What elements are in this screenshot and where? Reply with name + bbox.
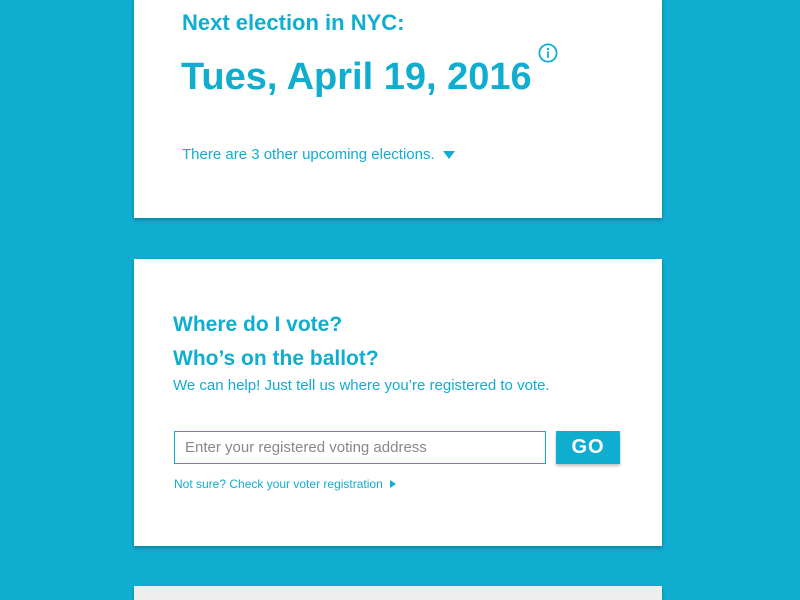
address-input[interactable]: [174, 431, 546, 464]
next-card-partial: [134, 586, 662, 600]
go-button[interactable]: GO: [556, 431, 620, 464]
next-election-label: Next election in NYC:: [182, 10, 405, 35]
caret-down-icon: [442, 150, 455, 159]
upcoming-elections-text: There are 3 other upcoming elections.: [182, 146, 435, 163]
where-do-i-vote-heading: Where do I vote?: [173, 313, 343, 336]
caret-right-icon: [389, 480, 396, 488]
check-registration-text: Not sure? Check your voter registration: [174, 477, 383, 491]
upcoming-elections-toggle[interactable]: There are 3 other upcoming elections.: [182, 146, 455, 163]
info-icon-graphic: [538, 43, 558, 63]
page: Next election in NYC: Tues, April 19, 20…: [0, 0, 800, 600]
help-text: We can help! Just tell us where you’re r…: [173, 377, 550, 394]
info-icon[interactable]: [538, 43, 558, 63]
where-to-vote-card: Where do I vote? Who’s on the ballot? We…: [134, 259, 662, 546]
election-date: Tues, April 19, 2016: [181, 56, 532, 98]
whos-on-ballot-heading: Who’s on the ballot?: [173, 347, 379, 370]
check-registration-link[interactable]: Not sure? Check your voter registration: [174, 477, 396, 491]
next-election-card: Next election in NYC: Tues, April 19, 20…: [134, 0, 662, 218]
